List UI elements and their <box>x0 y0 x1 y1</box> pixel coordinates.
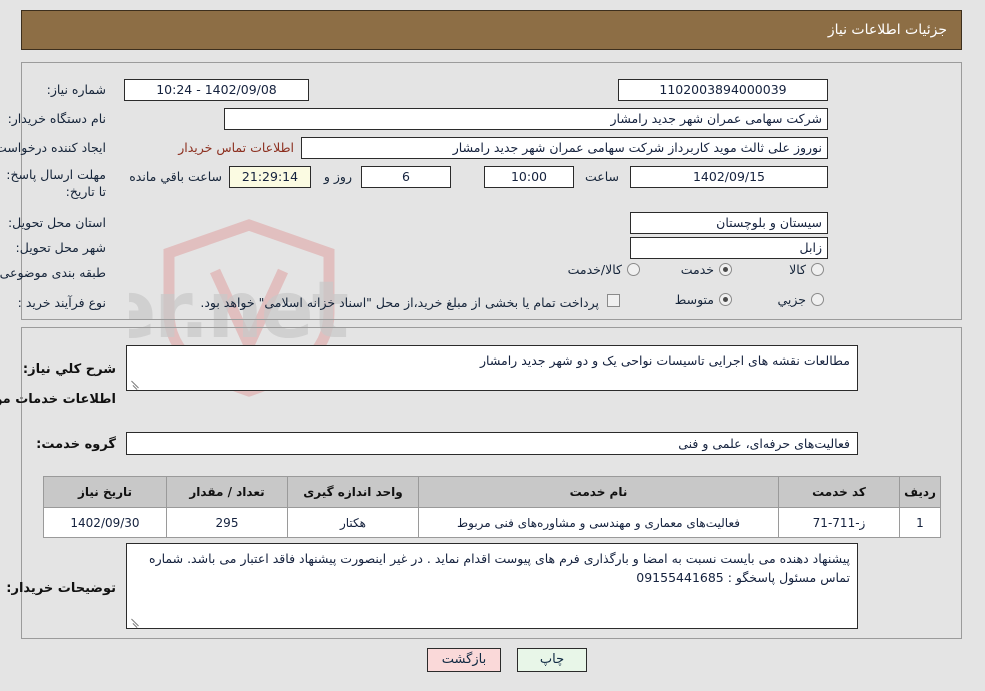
table-row[interactable]: 1 ز-711-71 فعالیت‌های معماری و مهندسی و … <box>44 507 942 538</box>
radio-category-kala[interactable]: کالا <box>790 262 825 277</box>
table-header-row: ردیف کد خدمت نام خدمت واحد اندازه گیری ت… <box>44 476 942 508</box>
deadline-date-value[interactable]: 1402/09/15 <box>631 166 829 188</box>
requester-label: ایجاد کننده درخواست: <box>0 140 107 155</box>
remaining-suffix-label: ساعت باقي مانده <box>130 169 223 184</box>
radio-label: جزیي <box>778 292 807 307</box>
services-table: ردیف کد خدمت نام خدمت واحد اندازه گیری ت… <box>44 476 942 538</box>
radio-category-khedmat[interactable]: خدمت <box>682 262 733 277</box>
radio-dot-icon <box>720 293 733 306</box>
print-button[interactable]: چاپ <box>518 648 588 672</box>
cell-need-date: 1402/09/30 <box>44 507 168 538</box>
province-label: استان محل تحویل: <box>8 215 107 230</box>
cell-service-name: فعالیت‌های معماری و مهندسی و مشاوره‌های … <box>419 507 780 538</box>
radio-label: کالا <box>790 262 807 277</box>
radio-dot-icon <box>812 293 825 306</box>
column-header-radif: ردیف <box>900 476 942 508</box>
service-group-value[interactable]: فعالیت‌های حرفه‌ای، علمی و فنی <box>127 432 859 455</box>
buyer-organization-label: نام دستگاه خریدار: <box>8 111 107 126</box>
radio-label: متوسط <box>675 292 715 307</box>
radio-dot-icon <box>720 263 733 276</box>
need-number-label: شماره نیاز: <box>47 82 107 97</box>
radio-category-kala-khedmat[interactable]: کالا/خدمت <box>569 262 641 277</box>
time-remaining-value: 21:29:14 <box>230 166 312 188</box>
page-title: جزئیات اطلاعات نیاز <box>828 22 948 38</box>
cell-quantity: 295 <box>167 507 289 538</box>
payment-treasury-label: پرداخت تمام یا بخشی از مبلغ خرید،از محل … <box>201 295 600 310</box>
general-need-value: مطالعات نقشه های اجرایی تاسیسات نواحی یک… <box>481 353 851 368</box>
column-header-need-date: تاریخ نیاز <box>44 476 168 508</box>
requester-value[interactable]: نوروز علی ثالث موید کاربرداز شرکت سهامی … <box>302 137 829 159</box>
column-header-service-code: کد خدمت <box>779 476 901 508</box>
process-type-label: نوع فرآیند خرید : <box>18 295 107 310</box>
service-group-label: گروه خدمت: <box>37 437 117 452</box>
radio-dot-icon <box>812 263 825 276</box>
resize-grip-icon[interactable] <box>130 615 142 627</box>
category-label: طبقه بندی موضوعی: <box>0 265 107 280</box>
general-need-label: شرح کلي نیاز: <box>23 362 117 377</box>
buyer-notes-label: توضیحات خریدار: <box>7 581 117 596</box>
column-header-service-name: نام خدمت <box>419 476 780 508</box>
resize-grip-icon[interactable] <box>130 377 142 389</box>
public-announcement-value[interactable]: 1402/09/08 - 10:24 <box>125 79 310 101</box>
radio-label: خدمت <box>681 262 715 277</box>
column-header-unit: واحد اندازه گیری <box>288 476 420 508</box>
radio-dot-icon <box>628 263 641 276</box>
buyer-organization-value[interactable]: شرکت سهامی عمران شهر جدید رامشار <box>225 108 829 130</box>
payment-treasury-checkbox[interactable] <box>608 294 621 307</box>
back-button[interactable]: بازگشت <box>428 648 502 672</box>
cell-service-code: ز-711-71 <box>779 507 901 538</box>
buyer-contact-link[interactable]: اطلاعات تماس خریدار <box>179 140 295 155</box>
buyer-notes-textarea[interactable]: پیشنهاد دهنده می بایست نسبت به امضا و با… <box>127 543 859 629</box>
need-number-value[interactable]: 1102003894000039 <box>619 79 829 101</box>
days-remaining-value[interactable]: 6 <box>362 166 452 188</box>
city-value[interactable]: زابل <box>631 237 829 259</box>
radio-label: کالا/خدمت <box>568 262 623 277</box>
radio-process-motevaset[interactable]: متوسط <box>676 292 733 307</box>
column-header-quantity: تعداد / مقدار <box>167 476 289 508</box>
cell-radif: 1 <box>900 507 942 538</box>
deadline-time-value[interactable]: 10:00 <box>485 166 575 188</box>
deadline-hour-label: ساعت <box>585 169 620 184</box>
days-word-label: روز و <box>324 169 353 184</box>
deadline-label: مهلت ارسال پاسخ: تا تاریخ: <box>7 167 107 199</box>
cell-unit: هکتار <box>288 507 420 538</box>
radio-process-jozee[interactable]: جزیي <box>778 292 825 307</box>
province-value[interactable]: سیستان و بلوچستان <box>631 212 829 234</box>
services-info-heading: اطلاعات خدمات مورد نیاز <box>0 392 117 407</box>
buyer-notes-value: پیشنهاد دهنده می بایست نسبت به امضا و با… <box>150 551 851 585</box>
city-label: شهر محل تحویل: <box>16 240 107 255</box>
page-header-banner: جزئیات اطلاعات نیاز <box>22 10 963 50</box>
general-need-textarea[interactable]: مطالعات نقشه های اجرایی تاسیسات نواحی یک… <box>127 345 859 391</box>
